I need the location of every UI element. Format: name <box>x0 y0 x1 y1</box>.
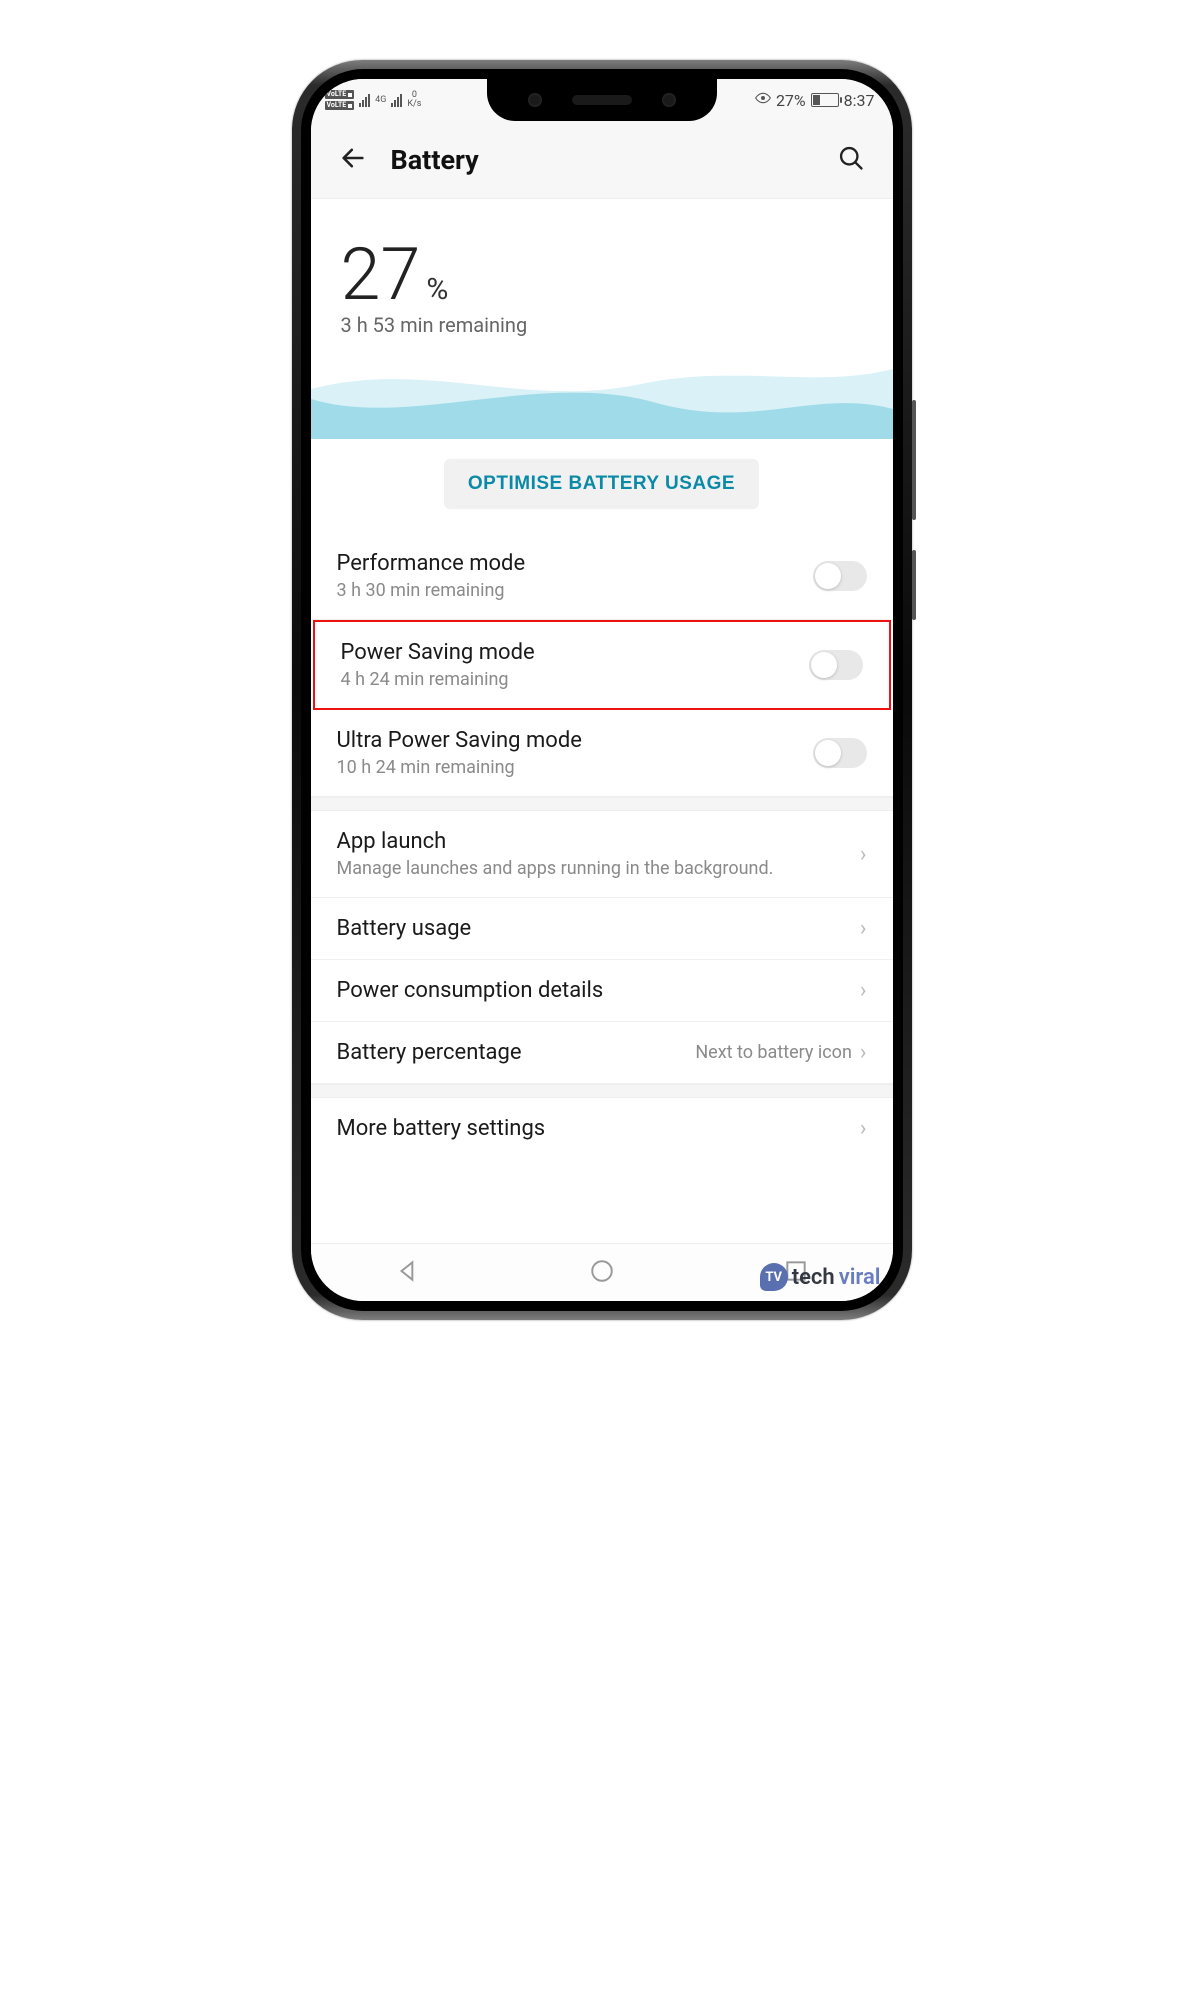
ultra-power-saving-row[interactable]: Ultra Power Saving mode 10 h 24 min rema… <box>311 710 893 797</box>
section-divider <box>311 797 893 811</box>
item-title: Ultra Power Saving mode <box>337 728 797 753</box>
watermark-text-2: viral <box>839 1265 881 1290</box>
network-type: 4G <box>375 96 386 105</box>
chevron-right-icon: › <box>860 978 867 1003</box>
ultra-power-saving-toggle[interactable] <box>813 738 867 768</box>
watermark: TV techviral <box>760 1263 881 1291</box>
power-saving-mode-row[interactable]: Power Saving mode 4 h 24 min remaining <box>315 622 889 708</box>
more-battery-settings-row[interactable]: More battery settings › <box>311 1098 893 1159</box>
section-divider <box>311 1084 893 1098</box>
content-scroll[interactable]: 27 % 3 h 53 min remaining OPTIMISE BATTE… <box>311 199 893 1243</box>
page-title: Battery <box>391 144 813 176</box>
item-sub: 4 h 24 min remaining <box>341 669 793 690</box>
chevron-right-icon: › <box>860 916 867 941</box>
app-launch-row[interactable]: App launch Manage launches and apps runn… <box>311 811 893 898</box>
battery-remaining: 3 h 53 min remaining <box>341 313 863 337</box>
power-consumption-row[interactable]: Power consumption details › <box>311 960 893 1022</box>
signal-icon-2 <box>391 93 402 107</box>
optimise-battery-button[interactable]: OPTIMISE BATTERY USAGE <box>444 459 759 509</box>
status-time: 8:37 <box>844 91 875 110</box>
item-sub: 3 h 30 min remaining <box>337 580 797 601</box>
item-title: Battery usage <box>337 916 836 941</box>
watermark-badge-icon: TV <box>760 1263 788 1291</box>
app-header: Battery <box>311 121 893 199</box>
status-battery-pct: 27% <box>776 91 806 110</box>
item-title: Battery percentage <box>337 1040 680 1065</box>
circle-home-icon <box>589 1258 615 1284</box>
signal-icon <box>359 93 370 107</box>
battery-usage-row[interactable]: Battery usage › <box>311 898 893 960</box>
power-button <box>912 550 916 620</box>
performance-mode-row[interactable]: Performance mode 3 h 30 min remaining <box>311 533 893 620</box>
volte-icon: VoLTE VoLTE <box>325 90 355 110</box>
watermark-text: tech <box>792 1265 835 1290</box>
item-title: Performance mode <box>337 551 797 576</box>
search-icon <box>837 144 865 172</box>
power-saving-mode-toggle[interactable] <box>809 650 863 680</box>
notch <box>487 79 717 121</box>
eye-comfort-icon <box>755 90 771 110</box>
chevron-right-icon: › <box>860 842 867 867</box>
item-title: Power consumption details <box>337 978 836 1003</box>
item-sub: 10 h 24 min remaining <box>337 757 797 778</box>
battery-percentage-row[interactable]: Battery percentage Next to battery icon … <box>311 1022 893 1084</box>
volume-button <box>912 400 916 520</box>
chevron-right-icon: › <box>860 1116 867 1141</box>
item-title: More battery settings <box>337 1116 836 1141</box>
battery-hero[interactable]: 27 % 3 h 53 min remaining <box>311 199 893 439</box>
triangle-back-icon <box>395 1258 421 1284</box>
nav-back-button[interactable] <box>387 1250 429 1295</box>
highlight-power-saving: Power Saving mode 4 h 24 min remaining <box>313 620 891 710</box>
phone-frame: VoLTE VoLTE 4G 0 K/s 27% <box>292 60 912 1320</box>
wave-graphic <box>311 349 893 439</box>
battery-percent-value: 27 <box>341 239 421 311</box>
arrow-left-icon <box>339 144 367 172</box>
item-sub: Manage launches and apps running in the … <box>337 858 836 879</box>
search-button[interactable] <box>831 138 871 181</box>
nav-home-button[interactable] <box>581 1250 623 1295</box>
battery-icon <box>811 93 839 107</box>
percent-sign: % <box>426 272 448 307</box>
item-title: Power Saving mode <box>341 640 793 665</box>
net-speed: 0 K/s <box>407 91 421 109</box>
nav-bar: TV techviral <box>311 1243 893 1301</box>
back-button[interactable] <box>333 138 373 181</box>
item-value: Next to battery icon <box>695 1041 852 1064</box>
chevron-right-icon: › <box>860 1040 867 1065</box>
performance-mode-toggle[interactable] <box>813 561 867 591</box>
item-title: App launch <box>337 829 836 854</box>
